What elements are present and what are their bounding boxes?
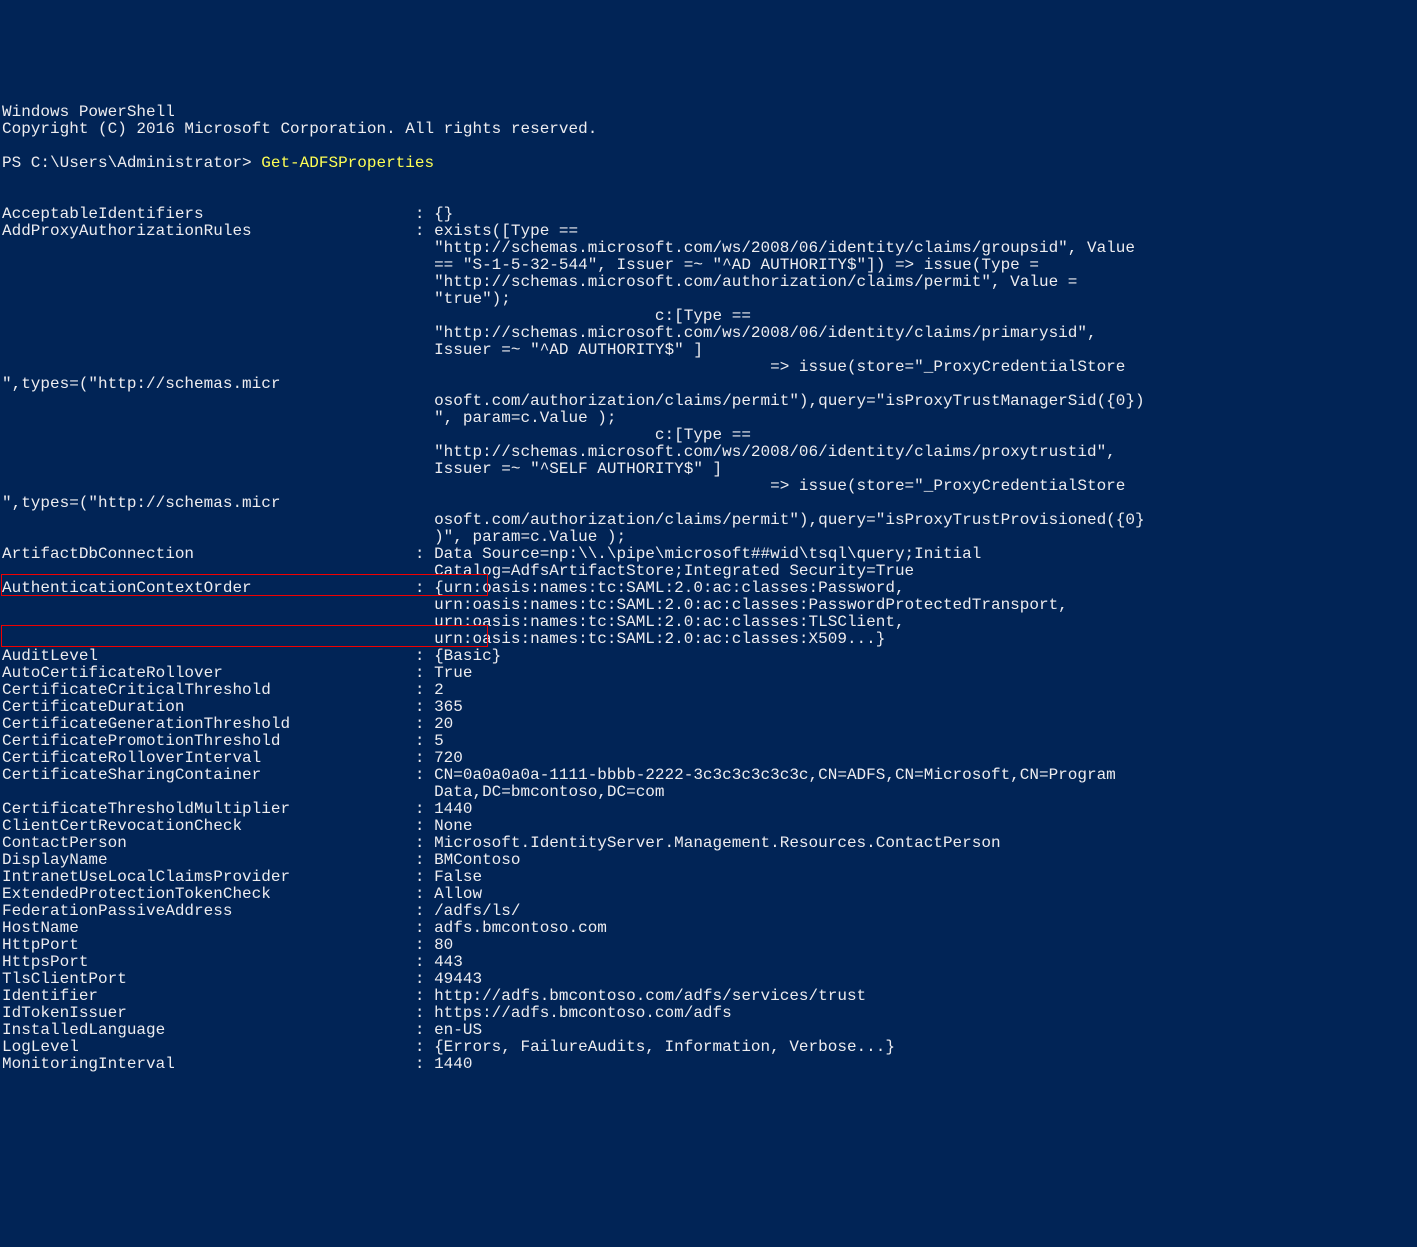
output-line: urn:oasis:names:tc:SAML:2.0:ac:classes:X…: [2, 630, 885, 648]
output-line: IntranetUseLocalClaimsProvider : False: [2, 868, 482, 886]
output-line: ArtifactDbConnection : Data Source=np:\\…: [2, 545, 981, 563]
output-line: AcceptableIdentifiers : {}: [2, 205, 453, 223]
output-line: LogLevel : {Errors, FailureAudits, Infor…: [2, 1038, 895, 1056]
output-line: ContactPerson : Microsoft.IdentityServer…: [2, 834, 1001, 852]
output-line: => issue(store="_ProxyCredentialStore: [2, 477, 1125, 495]
output-line-autocert: AutoCertificateRollover : True: [2, 664, 472, 682]
output-line: CertificatePromotionThreshold : 5: [2, 732, 444, 750]
output-line: osoft.com/authorization/claims/permit"),…: [2, 511, 1145, 529]
output-line: HostName : adfs.bmcontoso.com: [2, 919, 607, 937]
output-line: MonitoringInterval : 1440: [2, 1055, 472, 1073]
output-line: IdTokenIssuer : https://adfs.bmcontoso.c…: [2, 1004, 732, 1022]
output-line: CertificateThresholdMultiplier : 1440: [2, 800, 472, 818]
output-line: ClientCertRevocationCheck : None: [2, 817, 472, 835]
output-line: "http://schemas.microsoft.com/ws/2008/06…: [2, 239, 1135, 257]
output-line: "http://schemas.microsoft.com/ws/2008/06…: [2, 324, 1097, 342]
command-input[interactable]: Get-ADFSProperties: [261, 154, 434, 172]
output-line: FederationPassiveAddress : /adfs/ls/: [2, 902, 520, 920]
output-line: )", param=c.Value );: [2, 528, 626, 546]
output-line: c:[Type ==: [2, 426, 751, 444]
output-line: Issuer =~ "^AD AUTHORITY$" ]: [2, 341, 703, 359]
output-line: AuthenticationContextOrder : {urn:oasis:…: [2, 579, 905, 597]
output-line: ExtendedProtectionTokenCheck : Allow: [2, 885, 482, 903]
output-line: CertificateRolloverInterval : 720: [2, 749, 463, 767]
prompt: PS C:\Users\Administrator>: [2, 154, 261, 172]
output-line-certgen: CertificateGenerationThreshold : 20: [2, 715, 453, 733]
output-line: urn:oasis:names:tc:SAML:2.0:ac:classes:T…: [2, 613, 905, 631]
app-title: Windows PowerShell: [2, 103, 175, 121]
output-line: HttpPort : 80: [2, 936, 453, 954]
output-line: CertificateSharingContainer : CN=0a0a0a0…: [2, 766, 1116, 784]
output-line: ",types=("http://schemas.micr: [2, 494, 280, 512]
output-line: Issuer =~ "^SELF AUTHORITY$" ]: [2, 460, 722, 478]
powershell-terminal[interactable]: Windows PowerShell Copyright (C) 2016 Mi…: [0, 85, 1417, 1162]
output-line: "true");: [2, 290, 511, 308]
output-line: TlsClientPort : 49443: [2, 970, 482, 988]
output-line: c:[Type ==: [2, 307, 751, 325]
output-line: AddProxyAuthorizationRules : exists([Typ…: [2, 222, 578, 240]
output-line: osoft.com/authorization/claims/permit"),…: [2, 392, 1145, 410]
output-line: => issue(store="_ProxyCredentialStore: [2, 358, 1125, 376]
output-line: CertificateDuration : 365: [2, 698, 463, 716]
output-line: AuditLevel : {Basic}: [2, 647, 501, 665]
output-line: CertificateCriticalThreshold : 2: [2, 681, 444, 699]
output-line: == "S-1-5-32-544", Issuer =~ "^AD AUTHOR…: [2, 256, 1039, 274]
output-line: ",types=("http://schemas.micr: [2, 375, 280, 393]
output-line: "http://schemas.microsoft.com/authorizat…: [2, 273, 1077, 291]
output-line: DisplayName : BMContoso: [2, 851, 520, 869]
output-line: Identifier : http://adfs.bmcontoso.com/a…: [2, 987, 866, 1005]
output-line: HttpsPort : 443: [2, 953, 463, 971]
output-line: "http://schemas.microsoft.com/ws/2008/06…: [2, 443, 1116, 461]
copyright: Copyright (C) 2016 Microsoft Corporation…: [2, 120, 597, 138]
output-line: Catalog=AdfsArtifactStore;Integrated Sec…: [2, 562, 914, 580]
output-line: Data,DC=bmcontoso,DC=com: [2, 783, 665, 801]
output-line: urn:oasis:names:tc:SAML:2.0:ac:classes:P…: [2, 596, 1068, 614]
output-line: InstalledLanguage : en-US: [2, 1021, 482, 1039]
output-line: ", param=c.Value );: [2, 409, 617, 427]
